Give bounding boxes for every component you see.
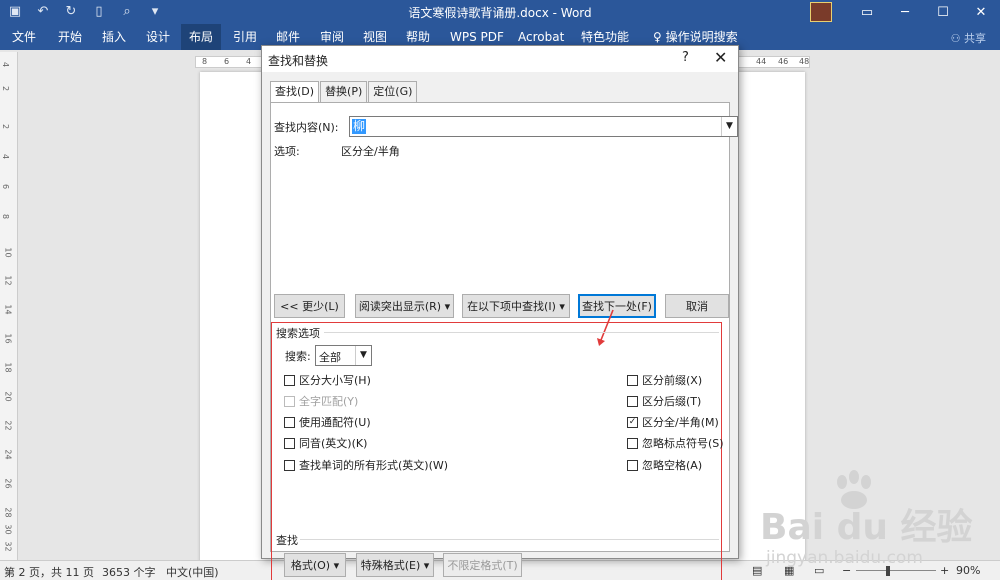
find-what-value: 柳: [352, 119, 367, 134]
share-button[interactable]: ⚇ 共享: [951, 30, 986, 46]
wildcards-checkbox[interactable]: 使用通配符(U): [284, 414, 371, 430]
maximize-icon[interactable]: ☐: [924, 0, 962, 24]
checkbox-box: [284, 437, 295, 449]
tab-insert[interactable]: 插入: [94, 24, 134, 50]
search-direction-select[interactable]: 全部 ▼: [315, 345, 372, 366]
ignore-whitespace-checkbox[interactable]: 忽略空格(A): [627, 457, 702, 473]
checkbox-box: [627, 459, 638, 471]
tab-find[interactable]: 查找(D): [270, 81, 320, 104]
checkmark-icon: ✓: [627, 416, 638, 428]
tab-home[interactable]: 开始: [50, 24, 90, 50]
chevron-down-icon[interactable]: ▼: [721, 117, 737, 136]
lightbulb-icon: ♀: [653, 30, 666, 44]
match-case-checkbox[interactable]: 区分大小写(H): [284, 372, 371, 388]
find-what-input[interactable]: 柳 ▼: [349, 116, 738, 137]
divider: [324, 332, 719, 333]
match-width-checkbox[interactable]: ✓ 区分全/半角(M): [627, 414, 719, 430]
checkbox-box: [284, 374, 295, 386]
dialog-title: 查找和替换: [268, 54, 329, 68]
tab-replace[interactable]: 替换(P): [320, 81, 368, 102]
checkbox-box: [627, 395, 638, 407]
no-formatting-button: 不限定格式(T): [443, 553, 522, 577]
options-value: 区分全/半角: [341, 145, 400, 158]
checkbox-box: [284, 395, 295, 407]
watermark: Bai du 经验 jingyan.baidu.com: [760, 470, 973, 575]
match-prefix-checkbox[interactable]: 区分前缀(X): [627, 372, 702, 388]
match-suffix-checkbox[interactable]: 区分后缀(T): [627, 393, 701, 409]
options-label: 选项:: [274, 145, 300, 158]
reading-highlight-button[interactable]: 阅读突出显示(R) ▾: [355, 294, 454, 318]
dialog-titlebar[interactable]: 查找和替换 ? ✕: [262, 46, 738, 72]
find-section-label: 查找: [276, 534, 298, 547]
checkbox-box: [627, 374, 638, 386]
all-word-forms-checkbox[interactable]: 查找单词的所有形式(英文)(W): [284, 457, 448, 473]
find-replace-dialog: 查找和替换 ? ✕ 查找(D) 替换(P) 定位(G) 查找内容(N): 柳 ▼…: [261, 45, 739, 580]
format-button[interactable]: 格式(O) ▾: [284, 553, 346, 577]
watermark-url: jingyan.baidu.com: [766, 548, 923, 568]
divider: [300, 539, 719, 540]
search-direction-label: 搜索:: [285, 350, 311, 363]
whole-word-checkbox: 全字匹配(Y): [284, 393, 358, 409]
search-options-highlight: 搜索选项 搜索: 全部 ▼ 区分大小写(H) 全字匹配(Y) 使用通配符(U) …: [271, 322, 724, 580]
dialog-tabs: 查找(D) 替换(P) 定位(G): [270, 81, 418, 104]
ribbon-display-options-icon[interactable]: ▭: [848, 0, 886, 24]
close-window-icon[interactable]: ✕: [962, 0, 1000, 24]
sounds-like-checkbox[interactable]: 同音(英文)(K): [284, 435, 367, 451]
vertical-ruler: 4 2 2 4 6 8 10 12 14 16 18 20 22 24 26 2…: [0, 52, 18, 560]
person-icon: ⚇: [950, 32, 964, 45]
tab-design[interactable]: 设计: [138, 24, 178, 50]
search-options-label: 搜索选项: [276, 327, 320, 340]
watermark-brand: Bai du 经验: [760, 507, 973, 548]
less-button[interactable]: << 更少(L): [274, 294, 345, 318]
minimize-icon[interactable]: ─: [886, 0, 924, 24]
tab-goto[interactable]: 定位(G): [368, 81, 418, 102]
ignore-punctuation-checkbox[interactable]: 忽略标点符号(S): [627, 435, 724, 451]
language[interactable]: 中文(中国): [166, 564, 219, 580]
tab-file[interactable]: 文件: [4, 24, 44, 50]
word-count[interactable]: 3653 个字: [102, 564, 156, 580]
checkbox-box: [284, 459, 295, 471]
zoom-level[interactable]: 90%: [956, 564, 980, 577]
avatar[interactable]: [810, 2, 832, 22]
tab-references[interactable]: 引用: [225, 24, 265, 50]
find-what-label: 查找内容(N):: [274, 121, 339, 134]
find-in-button[interactable]: 在以下项中查找(I) ▾: [462, 294, 570, 318]
special-button[interactable]: 特殊格式(E) ▾: [356, 553, 434, 577]
chevron-down-icon[interactable]: ▼: [355, 346, 371, 365]
help-icon[interactable]: ?: [682, 50, 689, 65]
checkbox-box: [627, 437, 638, 449]
title-bar: ▣ ↶ ↻ ▯ ⌕ ▾ 语文寒假诗歌背诵册.docx - Word ▭ ─ ☐ …: [0, 0, 1000, 24]
tab-layout[interactable]: 布局: [181, 24, 222, 50]
cancel-button[interactable]: 取消: [665, 294, 729, 318]
find-tab-panel: 查找内容(N): 柳 ▼ 选项: 区分全/半角 << 更少(L) 阅读突出显示(…: [270, 102, 738, 580]
page-count[interactable]: 第 2 页，共 11 页: [4, 564, 94, 580]
close-icon[interactable]: ✕: [714, 48, 727, 67]
checkbox-box: [284, 416, 295, 428]
